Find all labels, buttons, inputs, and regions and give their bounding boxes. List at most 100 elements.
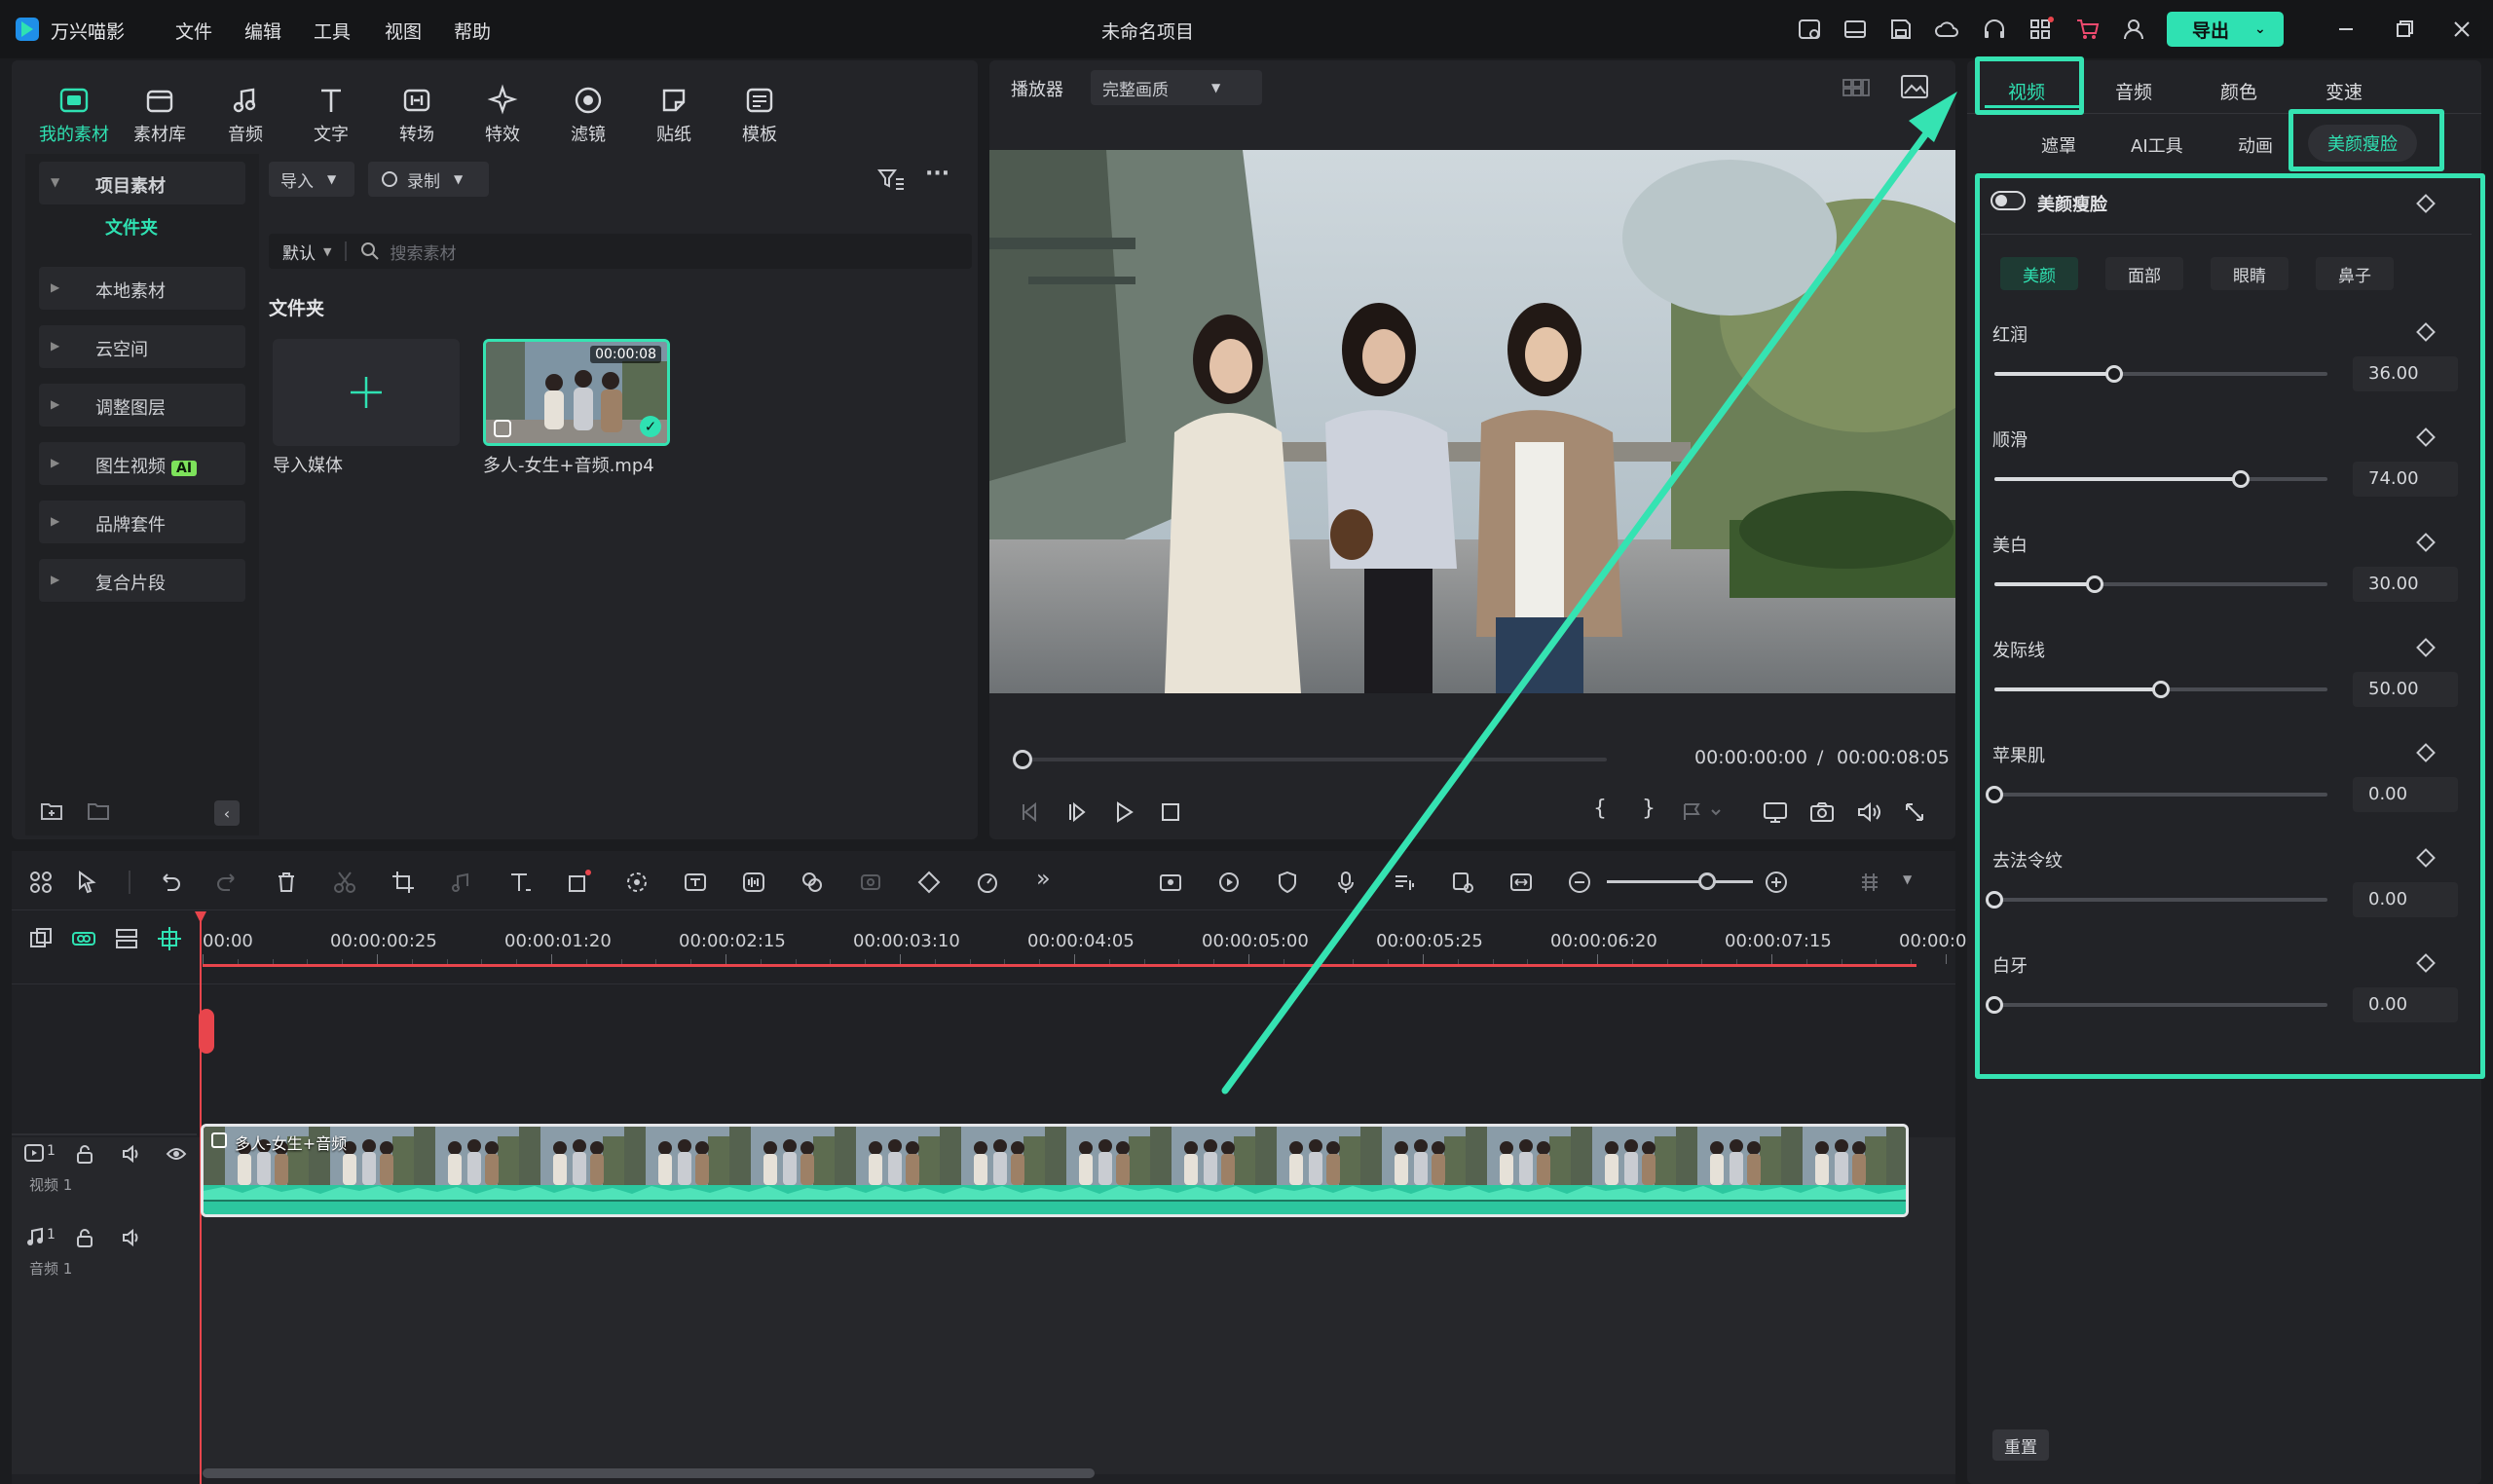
slider-handle[interactable] <box>2152 681 2170 698</box>
volume-icon[interactable] <box>121 1143 142 1165</box>
shape-tool-icon[interactable] <box>565 869 592 896</box>
speed-icon[interactable] <box>974 869 1001 896</box>
cart-icon[interactable] <box>2074 16 2102 43</box>
layout-grid-icon[interactable] <box>27 869 55 896</box>
sidebar-item-compound-clip[interactable]: ▶ 复合片段 <box>39 559 245 602</box>
tab-transition[interactable]: 转场 <box>378 84 456 146</box>
save-icon[interactable] <box>1887 16 1915 43</box>
menu-file[interactable]: 文件 <box>175 18 212 44</box>
motion-tracking-icon[interactable] <box>857 869 884 896</box>
sidebar-item-project-media[interactable]: ▼ 项目素材 <box>39 162 245 204</box>
tab-audio[interactable]: 音频 <box>206 84 284 146</box>
sidebar-item-local-media[interactable]: ▶ 本地素材 <box>39 267 245 310</box>
filter-sort-icon[interactable] <box>876 166 906 193</box>
sidebar-item-image-to-video[interactable]: ▶ 图生视频 AI <box>39 442 245 485</box>
audio-detach-icon[interactable] <box>448 869 475 896</box>
tab-stock[interactable]: 素材库 <box>121 84 199 146</box>
track-manager-icon[interactable] <box>113 925 140 952</box>
ai-text-icon[interactable] <box>682 869 709 896</box>
slider-value-input[interactable]: 0.00 <box>2353 987 2458 1022</box>
account-icon[interactable] <box>2120 16 2147 43</box>
text-tool-icon[interactable] <box>506 869 534 896</box>
stop-icon[interactable] <box>1157 798 1184 826</box>
slider-value-input[interactable]: 50.00 <box>2353 672 2458 707</box>
slider-track[interactable] <box>1994 1003 2327 1007</box>
slider-value-input[interactable]: 0.00 <box>2353 777 2458 812</box>
subtab-mask[interactable]: 遮罩 <box>2041 132 2076 158</box>
keyframe-tool-icon[interactable] <box>915 869 943 896</box>
more-options-icon[interactable]: ··· <box>925 162 949 186</box>
slider-value-input[interactable]: 30.00 <box>2353 567 2458 602</box>
video-clip[interactable]: 多人-女生+音频 <box>201 1124 1909 1217</box>
slider-handle[interactable] <box>1986 996 2003 1014</box>
section-toggle[interactable] <box>1991 191 2026 210</box>
tab-my-media[interactable]: 我的素材 <box>35 84 113 146</box>
tab-speed[interactable]: 变速 <box>2326 78 2363 104</box>
slider-value-input[interactable]: 0.00 <box>2353 882 2458 917</box>
snap-icon[interactable] <box>156 925 183 952</box>
import-media-tile[interactable] <box>273 339 460 446</box>
lock-icon[interactable] <box>74 1227 95 1248</box>
tab-filters[interactable]: 滤镜 <box>549 84 627 146</box>
menu-view[interactable]: 视图 <box>385 18 422 44</box>
sidebar-item-adjustment-layer[interactable]: ▶ 调整图层 <box>39 384 245 427</box>
menu-tools[interactable]: 工具 <box>314 18 351 44</box>
redo-icon[interactable] <box>214 869 242 896</box>
sidebar-item-cloud[interactable]: ▶ 云空间 <box>39 325 245 368</box>
slider-track[interactable] <box>1994 793 2327 797</box>
split-icon[interactable] <box>331 869 358 896</box>
reset-button[interactable]: 重置 <box>1992 1429 2049 1461</box>
slider-handle[interactable] <box>2105 365 2124 383</box>
sort-dropdown[interactable]: 默认 <box>282 240 316 264</box>
color-match-icon[interactable] <box>799 869 826 896</box>
folder-icon[interactable] <box>86 798 111 824</box>
tab-color[interactable]: 颜色 <box>2220 78 2257 104</box>
play-icon[interactable] <box>1110 798 1137 826</box>
apps-icon[interactable] <box>2027 16 2054 43</box>
tab-templates[interactable]: 模板 <box>721 84 799 146</box>
prev-frame-icon[interactable] <box>1017 798 1044 826</box>
play-frame-icon[interactable] <box>1063 798 1091 826</box>
undo-icon[interactable] <box>156 869 183 896</box>
slider-handle[interactable] <box>1986 786 2003 803</box>
lock-icon[interactable] <box>74 1143 95 1165</box>
slider-handle[interactable] <box>2085 575 2103 593</box>
slider-handle[interactable] <box>2232 470 2251 488</box>
tab-effects[interactable]: 特效 <box>464 84 541 146</box>
export-button[interactable]: 导出 ⌄ <box>2167 12 2284 47</box>
headset-icon[interactable] <box>1981 16 2008 43</box>
cat-eyes[interactable]: 眼睛 <box>2211 257 2288 290</box>
search-input[interactable]: 搜索素材 <box>390 240 456 264</box>
eye-icon[interactable] <box>166 1143 187 1165</box>
collapse-sidebar-button[interactable]: ‹ <box>214 800 240 826</box>
sidebar-item-brand-kit[interactable]: ▶ 品牌套件 <box>39 501 245 543</box>
media-icon[interactable] <box>1796 16 1823 43</box>
cat-nose[interactable]: 鼻子 <box>2316 257 2394 290</box>
auto-reframe-icon[interactable] <box>1157 869 1184 896</box>
chevron-down-icon[interactable]: ▼ <box>323 245 331 258</box>
cloud-icon[interactable] <box>1933 16 1960 43</box>
slider-value-input[interactable]: 74.00 <box>2353 462 2458 497</box>
minimize-icon[interactable] <box>2332 16 2360 43</box>
slider-track[interactable] <box>1994 898 2327 902</box>
crop-icon[interactable] <box>390 869 417 896</box>
volume-icon[interactable] <box>121 1227 142 1248</box>
menu-help[interactable]: 帮助 <box>454 18 491 44</box>
chevron-down-icon[interactable]: ⌄ <box>2254 21 2266 37</box>
import-dropdown[interactable]: 导入 ▼ <box>269 162 354 197</box>
tab-text[interactable]: 文字 <box>292 84 370 146</box>
link-icon[interactable] <box>70 925 97 952</box>
ai-cutout-icon[interactable] <box>623 869 651 896</box>
more-tools-icon[interactable]: » <box>1036 865 1051 892</box>
slider-value-input[interactable]: 36.00 <box>2353 356 2458 391</box>
cat-beauty[interactable]: 美颜 <box>2000 257 2078 290</box>
subtab-animation[interactable]: 动画 <box>2238 132 2273 158</box>
subtab-ai-tools[interactable]: AI工具 <box>2131 132 2183 158</box>
layout-icon[interactable] <box>1842 16 1869 43</box>
slider-handle[interactable] <box>1986 891 2003 909</box>
cat-face[interactable]: 面部 <box>2105 257 2183 290</box>
scrub-handle[interactable] <box>1013 750 1032 769</box>
close-icon[interactable] <box>2448 16 2475 43</box>
menu-edit[interactable]: 编辑 <box>244 18 281 44</box>
new-folder-icon[interactable] <box>39 798 64 824</box>
